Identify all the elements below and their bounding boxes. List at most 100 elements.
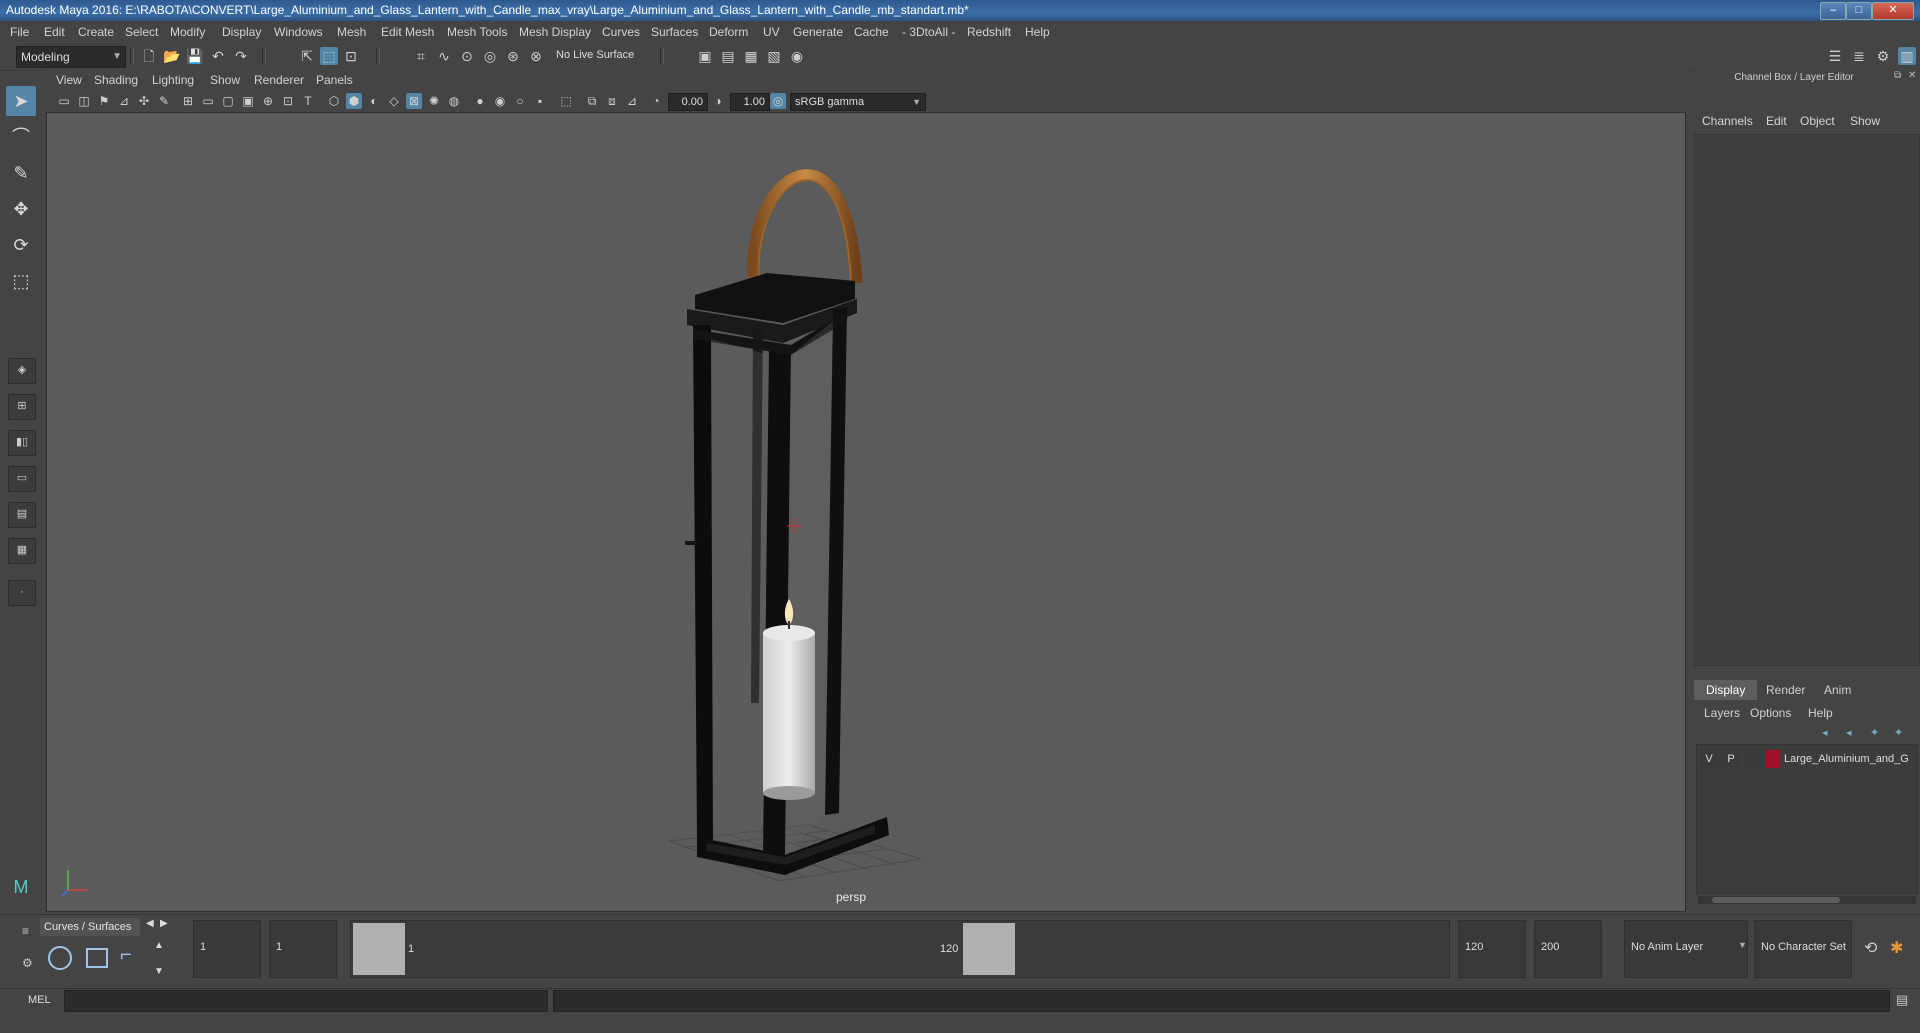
- magnet-icon[interactable]: ⊗: [527, 47, 545, 65]
- channel-box-content[interactable]: [1694, 134, 1920, 666]
- bounding-box-icon[interactable]: ⊿: [624, 93, 640, 109]
- minimize-button[interactable]: –: [1820, 2, 1846, 20]
- menu-generate[interactable]: Generate: [793, 25, 843, 39]
- menu-create[interactable]: Create: [78, 25, 114, 39]
- range-start-field[interactable]: 1: [193, 920, 261, 978]
- menu-display[interactable]: Display: [222, 25, 261, 39]
- live-surface-label[interactable]: No Live Surface: [556, 49, 634, 61]
- snap-grid-icon[interactable]: ⌗: [412, 47, 430, 65]
- exposure-icon[interactable]: ◔: [648, 93, 664, 109]
- snap-view-plane-icon[interactable]: ◎: [481, 47, 499, 65]
- exposure-field[interactable]: 0.00: [668, 93, 708, 111]
- maximize-button[interactable]: □: [1846, 2, 1872, 20]
- animation-preferences-icon[interactable]: ✱: [1890, 938, 1903, 958]
- menu-mesh[interactable]: Mesh: [337, 25, 366, 39]
- nurbs-square-icon[interactable]: [86, 948, 108, 968]
- tab-render[interactable]: Render: [1754, 680, 1817, 700]
- undo-icon[interactable]: ↶: [209, 47, 227, 65]
- field-chart-icon[interactable]: ⊕: [260, 93, 276, 109]
- select-by-component-icon[interactable]: ⊡: [342, 47, 360, 65]
- save-scene-icon[interactable]: 💾: [186, 47, 204, 65]
- viewport-menu-view[interactable]: View: [56, 73, 82, 87]
- wireframe-on-shaded-icon[interactable]: ⊠: [406, 93, 422, 109]
- gamma-icon[interactable]: ◑: [710, 93, 726, 109]
- layer-color-swatch[interactable]: [1766, 750, 1780, 768]
- select-tool-icon[interactable]: ➤: [6, 86, 36, 116]
- ipr-render-icon[interactable]: ▦: [742, 47, 760, 65]
- range-slider-start-handle[interactable]: [353, 923, 405, 975]
- hypershade-layout-icon[interactable]: ▦: [8, 538, 36, 564]
- grid-icon[interactable]: ⊞: [180, 93, 196, 109]
- menu-surfaces[interactable]: Surfaces: [651, 25, 698, 39]
- select-by-hierarchy-icon[interactable]: ⇱: [298, 47, 316, 65]
- shadows-icon[interactable]: ◍: [446, 93, 462, 109]
- rotate-tool-icon[interactable]: ⟳: [6, 230, 36, 260]
- move-layer-down-icon[interactable]: ◂: [1846, 726, 1852, 739]
- shelf-down-icon[interactable]: ▼: [154, 966, 164, 977]
- viewport-menu-panels[interactable]: Panels: [316, 73, 353, 87]
- lasso-tool-icon[interactable]: ⌒: [6, 122, 36, 152]
- time-range-slider[interactable]: [350, 920, 1450, 978]
- menu-edit[interactable]: Edit: [44, 25, 65, 39]
- menu-select[interactable]: Select: [125, 25, 158, 39]
- show-menu[interactable]: Show: [1850, 114, 1880, 128]
- redo-icon[interactable]: ↷: [232, 47, 250, 65]
- help-menu[interactable]: Help: [1808, 706, 1833, 720]
- smooth-shade-icon[interactable]: ⬢: [346, 93, 362, 109]
- isolate-select-icon[interactable]: ⬚: [558, 93, 574, 109]
- grease-pencil-icon[interactable]: ✎: [156, 93, 172, 109]
- new-layer-selected-icon[interactable]: ✦: [1894, 726, 1903, 739]
- float-panel-icon[interactable]: ⧉: [1894, 70, 1901, 81]
- menu-cache[interactable]: Cache: [854, 25, 889, 39]
- layer-visibility-toggle[interactable]: V: [1700, 750, 1718, 768]
- xray-joints-icon[interactable]: ⧉: [584, 93, 600, 109]
- camera-attributes-icon[interactable]: ◫: [76, 93, 92, 109]
- four-view-layout-icon[interactable]: ⊞: [8, 394, 36, 420]
- select-by-object-icon[interactable]: ⬚: [320, 47, 338, 65]
- motion-blur-icon[interactable]: ◉: [492, 93, 508, 109]
- tool-settings-icon[interactable]: ⚙: [1874, 47, 1892, 65]
- menu-deform[interactable]: Deform: [709, 25, 748, 39]
- menu-3dtoall[interactable]: - 3DtoAll -: [902, 25, 955, 39]
- xray-active-icon[interactable]: ⧈: [604, 93, 620, 109]
- open-scene-icon[interactable]: 📂: [163, 47, 181, 65]
- menu-mesh-display[interactable]: Mesh Display: [519, 25, 591, 39]
- snap-point-icon[interactable]: ⊙: [458, 47, 476, 65]
- range-end-field[interactable]: 120: [1458, 920, 1526, 978]
- image-plane-icon[interactable]: ⊿: [116, 93, 132, 109]
- menu-curves[interactable]: Curves: [602, 25, 640, 39]
- menu-set-dropdown[interactable]: Modeling ▼: [16, 46, 126, 68]
- render-settings-icon[interactable]: ▧: [765, 47, 783, 65]
- shelf-menu-icon[interactable]: ≡: [22, 924, 29, 938]
- textured-icon[interactable]: ✺: [426, 93, 442, 109]
- layout-more-icon[interactable]: ·: [8, 580, 36, 606]
- 2d-pan-zoom-icon[interactable]: ✣: [136, 93, 152, 109]
- menu-edit-mesh[interactable]: Edit Mesh: [381, 25, 434, 39]
- layer-name[interactable]: Large_Aluminium_and_G: [1784, 750, 1916, 768]
- menu-uv[interactable]: UV: [763, 25, 780, 39]
- gamma-field[interactable]: 1.00: [730, 93, 770, 111]
- safe-action-icon[interactable]: ⊡: [280, 93, 296, 109]
- menu-windows[interactable]: Windows: [274, 25, 323, 39]
- hypershade-icon[interactable]: ◉: [788, 47, 806, 65]
- auto-key-icon[interactable]: ⟲: [1864, 938, 1877, 958]
- script-language-label[interactable]: MEL: [28, 994, 51, 1006]
- tab-anim[interactable]: Anim: [1812, 680, 1863, 700]
- layer-scrollbar[interactable]: [1698, 896, 1916, 904]
- perspective-viewport[interactable]: [46, 112, 1686, 912]
- layer-row[interactable]: V P Large_Aluminium_and_G: [1700, 750, 1916, 768]
- shelf-scroll-right-icon[interactable]: ▶: [160, 918, 168, 929]
- shelf-scroll-left-icon[interactable]: ◀: [146, 918, 154, 929]
- film-gate-icon[interactable]: ▭: [200, 93, 216, 109]
- channels-menu[interactable]: Channels: [1702, 114, 1753, 128]
- anim-end-field[interactable]: 200: [1534, 920, 1602, 978]
- layer-display-type[interactable]: [1744, 750, 1762, 768]
- attribute-editor-icon[interactable]: ≣: [1850, 47, 1868, 65]
- menu-mesh-tools[interactable]: Mesh Tools: [447, 25, 507, 39]
- scale-tool-icon[interactable]: ⬚: [6, 266, 36, 296]
- bookmark-icon[interactable]: ⚑: [96, 93, 112, 109]
- viewport-menu-show[interactable]: Show: [210, 73, 240, 87]
- edit-menu[interactable]: Edit: [1766, 114, 1787, 128]
- anim-layer-dropdown[interactable]: No Anim Layer: [1624, 920, 1748, 978]
- nurbs-circle-icon[interactable]: [48, 946, 72, 970]
